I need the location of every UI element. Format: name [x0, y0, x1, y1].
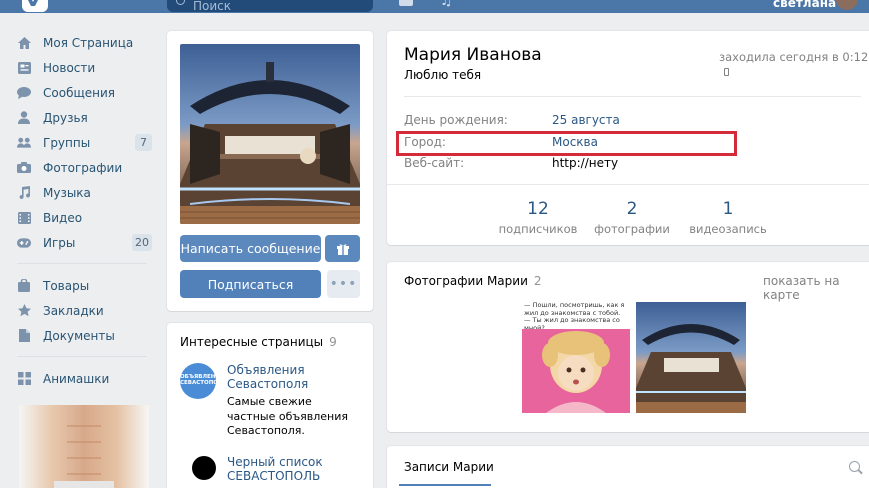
- apps-icon: [17, 372, 31, 385]
- search-input[interactable]: Поиск: [167, 0, 373, 13]
- profile-photos-card: Фотографии Марии 2 показать на карте — По…: [387, 262, 869, 432]
- active-tab-indicator: [399, 484, 491, 486]
- sidebar-item-photos[interactable]: Фотографии: [17, 155, 157, 180]
- page-avatar[interactable]: ОБЪЯВЛЕНИЯ СЕВАСТОПОЛЯ: [180, 363, 216, 399]
- home-icon: [17, 36, 31, 49]
- sidebar-item-video[interactable]: Видео: [17, 205, 157, 230]
- messages-icon: [17, 86, 31, 99]
- website-value[interactable]: http://нету: [552, 156, 618, 170]
- subscribe-button[interactable]: Подписаться: [180, 270, 321, 298]
- wall-card: Записи Марии: [387, 446, 869, 488]
- search-icon: [176, 0, 185, 5]
- profile-avatar-card: Написать сообщение Подписаться •••: [167, 31, 373, 311]
- photos-section-title[interactable]: Фотографии Марии 2: [404, 274, 542, 288]
- star-icon: [17, 304, 31, 317]
- page-name-link[interactable]: Черный список СЕВАСТОПОЛЬ: [227, 455, 362, 483]
- birthday-label: День рождения:: [404, 113, 508, 127]
- interesting-page-item[interactable]: ОБЪЯВЛЕНИЯ СЕВАСТОПОЛЯ Объявления Севаст…: [180, 363, 365, 443]
- more-dots-icon: •••: [329, 276, 358, 292]
- sidebar-item-bookmarks[interactable]: Закладки: [17, 298, 157, 323]
- interesting-pages-card: Интересные страницы9 ОБЪЯВЛЕНИЯ СЕВАСТОП…: [167, 323, 373, 488]
- top-header: Поиск ♫ светлана: [0, 0, 869, 13]
- followers-counter[interactable]: 12 подписчиков: [488, 199, 588, 236]
- header-user-name[interactable]: светлана: [773, 0, 836, 10]
- gift-icon: [336, 243, 349, 255]
- friends-icon: [17, 111, 31, 124]
- profile-status[interactable]: Люблю тебя: [404, 68, 481, 82]
- sidebar-item-friends[interactable]: Друзья: [17, 105, 157, 130]
- page-description: Самые свежие частные объявления Севастоп…: [227, 395, 348, 437]
- divider: [404, 96, 861, 97]
- online-status: заходила сегодня в 0:12: [719, 50, 869, 78]
- sidebar-ad-image[interactable]: [19, 405, 149, 488]
- groups-count-badge: 7: [135, 134, 152, 151]
- website-label: Веб-сайт:: [404, 156, 465, 170]
- city-highlight-box: [396, 131, 737, 156]
- news-icon: [17, 61, 31, 74]
- sidebar-item-news[interactable]: Новости: [17, 55, 157, 80]
- send-message-button[interactable]: Написать сообщение: [180, 235, 321, 262]
- sidebar-item-goods[interactable]: Товары: [17, 273, 157, 298]
- sidebar-item-documents[interactable]: Документы: [17, 323, 157, 348]
- sidebar-item-animashki[interactable]: Анимашки: [17, 366, 157, 391]
- sidebar-item-my-page[interactable]: Моя Страница: [17, 30, 157, 55]
- divider: [387, 184, 869, 185]
- groups-icon: [17, 136, 31, 149]
- notifications-bell-icon[interactable]: [399, 0, 413, 6]
- games-count-badge: 20: [132, 234, 152, 251]
- vk-logo[interactable]: [22, 0, 48, 12]
- photo-caption-text: — Пошли, посмотришь, как я жил до знаком…: [524, 302, 625, 332]
- interesting-pages-count: 9: [329, 335, 337, 349]
- gift-button[interactable]: [325, 235, 360, 262]
- music-icon: [17, 186, 31, 199]
- sidebar-item-music[interactable]: Музыка: [17, 180, 157, 205]
- bag-icon: [17, 279, 31, 292]
- photos-counter[interactable]: 2 фотографии: [582, 199, 682, 236]
- birthday-value[interactable]: 25 августа: [552, 113, 620, 127]
- gamepad-icon: [17, 236, 31, 249]
- sidebar-item-games[interactable]: Игры 20: [17, 230, 157, 255]
- sidebar-item-groups[interactable]: Группы 7: [17, 130, 157, 155]
- sidebar-divider: [17, 356, 147, 357]
- page-name-link[interactable]: Объявления Севастополя: [227, 363, 362, 391]
- videos-counter[interactable]: 1 видеозапись: [678, 199, 778, 236]
- left-sidebar: Моя Страница Новости Сообщения Друзья Гр…: [17, 30, 157, 391]
- video-icon: [17, 211, 31, 224]
- mobile-icon: [724, 68, 729, 76]
- sidebar-divider: [17, 263, 147, 264]
- profile-avatar-photo[interactable]: [180, 44, 360, 224]
- header-user-avatar[interactable]: [836, 0, 858, 10]
- wall-search-icon[interactable]: [849, 461, 860, 472]
- photos-section-count: 2: [533, 274, 542, 288]
- sidebar-item-messages[interactable]: Сообщения: [17, 80, 157, 105]
- page-avatar[interactable]: [180, 455, 216, 488]
- photo-thumbnail[interactable]: — Пошли, посмотришь, как я жил до знаком…: [522, 302, 630, 413]
- document-icon: [17, 329, 31, 342]
- interesting-pages-title[interactable]: Интересные страницы 9: [180, 335, 337, 349]
- more-actions-button[interactable]: •••: [327, 270, 360, 298]
- profile-name: Мария Иванова: [404, 45, 542, 65]
- tab-wall-posts[interactable]: Записи Марии: [404, 460, 494, 474]
- interesting-page-item[interactable]: Черный список СЕВАСТОПОЛЬ: [180, 455, 365, 488]
- show-on-map-link[interactable]: показать на карте: [763, 274, 869, 302]
- music-player-icon[interactable]: ♫: [440, 0, 453, 8]
- photo-thumbnail[interactable]: [636, 302, 746, 413]
- camera-icon: [17, 161, 31, 174]
